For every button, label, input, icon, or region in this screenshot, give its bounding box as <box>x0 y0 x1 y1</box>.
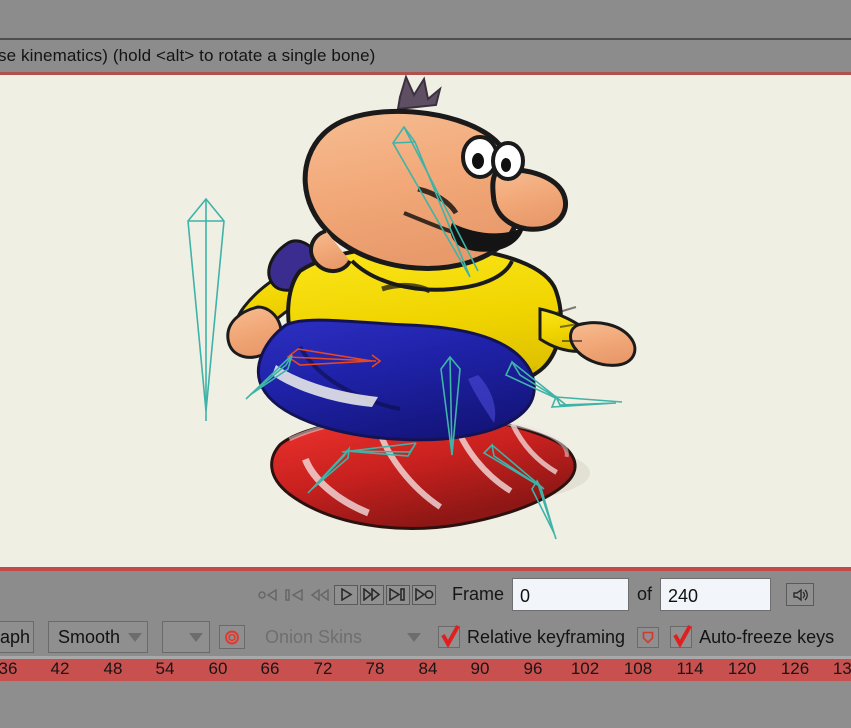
timeline-tick: 54 <box>155 659 175 678</box>
timeline-tick: 48 <box>103 659 123 678</box>
check-icon <box>441 625 460 648</box>
graph-button-label: aph <box>0 626 30 647</box>
status-hint-bar: se kinematics) (hold <alt> to rotate a s… <box>0 40 851 72</box>
transport-bar: Frame 0 of 240 <box>0 571 851 618</box>
onion-skins-dropdown[interactable]: Onion Skins <box>255 621 428 653</box>
secondary-dropdown[interactable] <box>162 621 210 653</box>
skip-to-start-icon[interactable] <box>282 584 306 605</box>
relative-keyframing-checkbox[interactable]: Relative keyframing <box>438 625 626 648</box>
timeline-tick: 72 <box>313 659 333 678</box>
play-loop-icon[interactable] <box>412 584 436 605</box>
timeline-tick: 84 <box>418 659 438 678</box>
fast-forward-icon[interactable] <box>360 584 384 605</box>
timeline-tick: 60 <box>208 659 228 678</box>
play-icon[interactable] <box>334 584 358 605</box>
timeline-tick: 126 <box>780 659 810 678</box>
timeline-tick: 42 <box>50 659 70 678</box>
speaker-icon[interactable] <box>786 583 815 606</box>
front-arm <box>538 306 637 367</box>
hint-text: se kinematics) (hold <alt> to rotate a s… <box>0 46 376 65</box>
character-artwork <box>187 75 637 540</box>
animation-canvas[interactable] <box>0 75 851 567</box>
top-toolbar-area <box>0 0 851 38</box>
chevron-down-icon <box>189 632 203 642</box>
options-bar: aph Smooth Onion Skins Relative keyframi… <box>0 618 851 656</box>
timeline-track-area[interactable] <box>0 681 851 728</box>
loop-start-icon[interactable] <box>256 584 280 605</box>
graph-button[interactable]: aph <box>0 621 34 653</box>
onion-ring-icon[interactable] <box>219 625 245 649</box>
bone-floating <box>187 197 225 421</box>
timeline-tick: 90 <box>470 659 490 678</box>
interpolation-dropdown[interactable]: Smooth <box>48 621 148 653</box>
checkbox-box <box>670 625 693 648</box>
rewind-icon[interactable] <box>308 584 332 605</box>
checkbox-box <box>438 625 460 648</box>
timeline-tick: 132 <box>832 659 851 678</box>
animation-editor-window: se kinematics) (hold <alt> to rotate a s… <box>0 0 851 728</box>
timeline-ruler[interactable]: 36 42 48 54 60 66 72 78 84 90 96 102 108 114 120 126 132… <box>0 659 851 681</box>
timeline-tick: 108 <box>623 659 653 678</box>
check-icon <box>673 625 692 648</box>
playback-controls <box>256 584 436 605</box>
play-to-end-icon[interactable] <box>386 584 410 605</box>
onion-skins-value: Onion Skins <box>265 626 363 647</box>
timeline-tick: 96 <box>523 659 543 678</box>
timeline-tick: 120 <box>727 659 757 678</box>
timeline-tick: 66 <box>260 659 280 678</box>
interpolation-value: Smooth <box>58 626 121 647</box>
relative-keyframing-label: Relative keyframing <box>467 626 626 647</box>
chevron-down-icon <box>407 632 421 642</box>
frame-current-input[interactable]: 0 <box>512 578 630 611</box>
frame-label: Frame <box>452 584 505 604</box>
timeline-tick: 102 <box>570 659 600 678</box>
chevron-down-icon <box>128 632 143 642</box>
head <box>302 75 569 292</box>
timeline-tick: 78 <box>365 659 385 678</box>
of-label: of <box>637 584 653 604</box>
frame-total-input[interactable]: 240 <box>660 578 772 611</box>
auto-freeze-keys-label: Auto-freeze keys <box>699 626 835 647</box>
timeline-tick: 36 <box>0 659 18 678</box>
timeline-tick: 114 <box>676 659 704 678</box>
auto-freeze-keys-checkbox[interactable]: Auto-freeze keys <box>670 625 835 648</box>
shield-freeze-icon[interactable] <box>637 626 660 648</box>
